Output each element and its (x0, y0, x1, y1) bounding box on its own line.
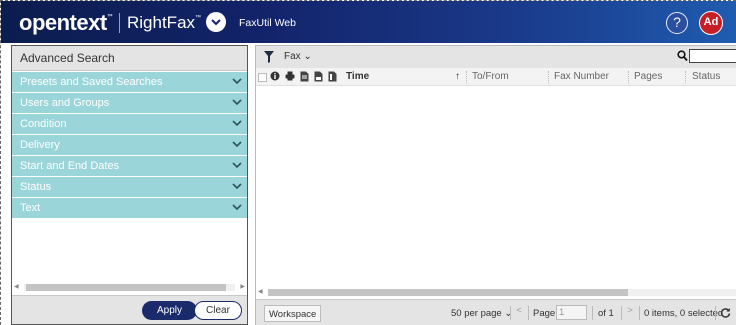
horizontal-scrollbar[interactable]: ◀ ▶ (14, 283, 245, 292)
brand-trademark: ™ (106, 14, 113, 20)
chevron-down-icon (232, 183, 242, 190)
app-window: opentext™ RightFax™ FaxUtil Web ? Ad Adv… (0, 0, 736, 325)
column-divider (548, 71, 549, 83)
folder-dropdown[interactable]: Fax ⌄ (284, 51, 312, 62)
column-to-from[interactable]: To/From (472, 71, 509, 82)
brand-logo: opentext™ (19, 10, 113, 36)
section-presets-and-saved-searches[interactable]: Presets and Saved Searches (12, 72, 247, 92)
brand-divider (119, 13, 120, 33)
divider (592, 306, 593, 320)
user-avatar[interactable]: Ad (699, 11, 723, 35)
chevron-down-icon: ⌄ (303, 51, 312, 62)
section-users-and-groups[interactable]: Users and Groups (12, 93, 247, 113)
section-delivery[interactable]: Delivery (12, 135, 247, 155)
scroll-thumb[interactable] (26, 284, 226, 291)
product-label: RightFax (127, 13, 196, 32)
scroll-thumb[interactable] (268, 289, 628, 296)
divider (715, 306, 716, 320)
section-status[interactable]: Status (12, 177, 247, 197)
apply-button[interactable]: Apply (142, 301, 197, 320)
chevron-down-icon (232, 120, 242, 127)
page-label: Page (533, 308, 556, 319)
section-label: Users and Groups (20, 97, 110, 109)
select-all-checkbox[interactable] (258, 73, 267, 82)
chevron-down-icon (232, 141, 242, 148)
section-label: Condition (20, 118, 67, 130)
printer-icon (285, 71, 295, 81)
column-divider (628, 71, 629, 83)
scroll-left-arrow-icon[interactable]: ◀ (258, 288, 263, 295)
section-label: Status (20, 181, 52, 193)
per-page-label: 50 per page (451, 308, 502, 319)
top-header: opentext™ RightFax™ FaxUtil Web ? Ad (1, 1, 736, 43)
chevron-down-icon (232, 78, 242, 85)
chevron-down-icon (232, 204, 242, 211)
section-label: Presets and Saved Searches (20, 76, 163, 88)
previous-page-icon[interactable]: < (512, 305, 526, 321)
chevron-down-icon (211, 18, 221, 25)
column-time[interactable]: Time (346, 71, 369, 82)
divider (528, 306, 529, 320)
column-status[interactable]: Status (692, 71, 720, 82)
file-icon (328, 71, 337, 82)
scroll-left-arrow-icon[interactable]: ◀ (14, 283, 19, 290)
help-button[interactable]: ? (666, 12, 688, 34)
filter-icon[interactable] (264, 51, 274, 63)
app-name: FaxUtil Web (239, 17, 296, 29)
selection-count: 0 items, 0 selected (644, 308, 724, 319)
column-fax-number[interactable]: Fax Number (554, 71, 609, 82)
section-label: Delivery (20, 139, 60, 151)
clear-button[interactable]: Clear (194, 301, 242, 320)
section-label: Text (20, 202, 41, 214)
app-switcher-button[interactable] (206, 12, 226, 32)
fax-list-panel: Fax ⌄ Time ↑ To/From Fax Number Pages St… (255, 45, 736, 325)
chevron-down-icon (232, 99, 242, 106)
workspace-tab[interactable]: Workspace (264, 305, 322, 322)
refresh-icon[interactable] (720, 307, 731, 318)
grid-column-header: Time ↑ To/From Fax Number Pages Status (256, 68, 736, 86)
brand-name: opentext (19, 10, 107, 35)
column-divider (466, 71, 467, 83)
scroll-right-arrow-icon[interactable]: ▶ (240, 283, 245, 290)
list-toolbar: Fax ⌄ (256, 46, 736, 68)
search-input[interactable] (689, 49, 736, 63)
product-name: RightFax™ (127, 13, 201, 33)
search-actions: Apply Clear (12, 295, 247, 324)
info-icon (270, 71, 280, 81)
document-icon (300, 71, 309, 82)
product-trademark: ™ (195, 15, 202, 21)
chevron-down-icon (232, 162, 242, 169)
advanced-search-panel: Advanced Search Presets and Saved Search… (11, 45, 248, 325)
horizontal-scrollbar[interactable]: ◀ (258, 288, 736, 297)
attachment-document-icon (314, 71, 323, 82)
column-pages[interactable]: Pages (634, 71, 662, 82)
section-start-and-end-dates[interactable]: Start and End Dates (12, 156, 247, 176)
column-divider (685, 71, 686, 83)
page-count: of 1 (598, 308, 614, 319)
per-page-select[interactable]: 50 per page ⌄ (451, 308, 512, 319)
next-page-icon[interactable]: > (623, 305, 637, 321)
pagination-bar: Workspace 50 per page ⌄ < Page 1 of 1 > … (256, 299, 736, 325)
section-condition[interactable]: Condition (12, 114, 247, 134)
fax-grid-body (256, 86, 736, 286)
search-icon (677, 50, 688, 62)
panel-title: Advanced Search (12, 46, 247, 71)
sort-ascending-icon[interactable]: ↑ (455, 71, 460, 82)
section-label: Start and End Dates (20, 160, 120, 172)
folder-label: Fax (284, 51, 301, 62)
divider (510, 306, 511, 320)
page-number-input[interactable]: 1 (556, 305, 587, 320)
divider (639, 306, 640, 320)
divider (621, 306, 622, 320)
section-text[interactable]: Text (12, 198, 247, 218)
